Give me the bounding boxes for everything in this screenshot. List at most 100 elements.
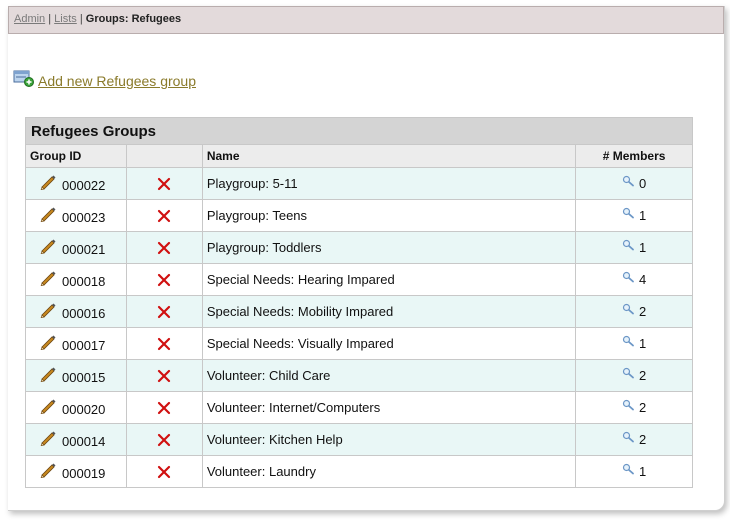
members-cell: 4 xyxy=(575,263,693,296)
members-cell: 1 xyxy=(575,231,693,264)
group-id: 000018 xyxy=(62,274,106,289)
breadcrumb: Admin | Lists | Groups: Refugees xyxy=(8,6,724,34)
group-id: 000022 xyxy=(62,178,106,193)
pencil-icon[interactable] xyxy=(39,334,57,353)
delete-cell xyxy=(125,167,203,200)
magnifier-icon[interactable] xyxy=(622,399,635,414)
magnifier-icon[interactable] xyxy=(622,367,635,382)
group-id-cell: 000022 xyxy=(25,167,127,200)
delete-x-icon[interactable] xyxy=(157,304,171,319)
delete-x-icon[interactable] xyxy=(157,176,171,191)
groups-table: Refugees Groups Group ID Name # Members … xyxy=(25,117,693,488)
group-id: 000023 xyxy=(62,210,106,225)
members-cell: 2 xyxy=(575,359,693,392)
delete-x-icon[interactable] xyxy=(157,368,171,383)
group-name: Special Needs: Mobility Impared xyxy=(201,295,577,328)
breadcrumb-lists-link[interactable]: Lists xyxy=(54,13,77,25)
pencil-icon[interactable] xyxy=(39,174,57,193)
delete-x-icon[interactable] xyxy=(157,272,171,287)
group-name: Playgroup: Toddlers xyxy=(201,231,577,264)
member-count: 2 xyxy=(638,368,647,384)
pencil-icon[interactable] xyxy=(39,462,57,481)
pencil-icon[interactable] xyxy=(39,302,57,321)
delete-x-icon[interactable] xyxy=(157,208,171,223)
column-header-members[interactable]: # Members xyxy=(575,144,693,168)
magnifier-icon[interactable] xyxy=(622,239,635,254)
members-cell: 2 xyxy=(575,295,693,328)
group-id: 000017 xyxy=(62,338,106,353)
magnifier-icon[interactable] xyxy=(622,207,635,222)
add-group-link[interactable]: Add new Refugees group xyxy=(38,73,196,89)
breadcrumb-admin-link[interactable]: Admin xyxy=(14,13,45,25)
member-count: 1 xyxy=(638,240,647,256)
group-name: Volunteer: Child Care xyxy=(201,359,577,392)
magnifier-icon[interactable] xyxy=(622,271,635,286)
group-id-cell: 000020 xyxy=(25,391,127,424)
add-group-icon[interactable] xyxy=(13,69,35,87)
delete-x-icon[interactable] xyxy=(157,432,171,447)
table-row: 000019 Volunteer: Laundry 1 xyxy=(25,455,693,488)
pencil-icon[interactable] xyxy=(39,398,57,417)
delete-x-icon[interactable] xyxy=(157,400,171,415)
table-row: 000016 Special Needs: Mobility Impared 2 xyxy=(25,295,693,328)
pencil-icon[interactable] xyxy=(39,206,57,225)
member-count: 4 xyxy=(638,272,647,288)
member-count: 1 xyxy=(638,336,647,352)
magnifier-icon[interactable] xyxy=(622,335,635,350)
breadcrumb-separator: | xyxy=(76,13,86,25)
group-id-cell: 000017 xyxy=(25,327,127,360)
magnifier-icon[interactable] xyxy=(622,463,635,478)
groups-table-body: 000022 Playgroup: 5-11 0 000023 Playgroup: T… xyxy=(25,167,693,488)
breadcrumb-separator: | xyxy=(45,13,55,25)
delete-cell xyxy=(125,423,203,456)
pencil-icon[interactable] xyxy=(39,270,57,289)
members-cell: 1 xyxy=(575,455,693,488)
table-row: 000023 Playgroup: Teens 1 xyxy=(25,199,693,232)
delete-x-icon[interactable] xyxy=(157,336,171,351)
magnifier-icon[interactable] xyxy=(622,175,635,190)
delete-x-icon[interactable] xyxy=(157,240,171,255)
table-caption: Refugees Groups xyxy=(25,117,693,145)
member-count: 1 xyxy=(638,464,647,480)
group-id-cell: 000021 xyxy=(25,231,127,264)
group-id: 000019 xyxy=(62,466,106,481)
table-row: 000017 Special Needs: Visually Impared 1 xyxy=(25,327,693,360)
group-name: Playgroup: 5-11 xyxy=(201,167,577,200)
group-id: 000014 xyxy=(62,434,106,449)
group-name: Volunteer: Laundry xyxy=(201,455,577,488)
column-header-name[interactable]: Name xyxy=(201,144,577,168)
table-row: 000022 Playgroup: 5-11 0 xyxy=(25,167,693,200)
delete-cell xyxy=(125,263,203,296)
group-name: Volunteer: Kitchen Help xyxy=(201,423,577,456)
pencil-icon[interactable] xyxy=(39,238,57,257)
delete-cell xyxy=(125,295,203,328)
group-id-cell: 000023 xyxy=(25,199,127,232)
member-count: 2 xyxy=(638,304,647,320)
delete-cell xyxy=(125,327,203,360)
group-id-cell: 000016 xyxy=(25,295,127,328)
group-id: 000021 xyxy=(62,242,106,257)
pencil-icon[interactable] xyxy=(39,366,57,385)
content-panel: Admin | Lists | Groups: Refugees Add new… xyxy=(8,6,725,511)
delete-cell xyxy=(125,391,203,424)
column-header-delete xyxy=(125,144,203,168)
magnifier-icon[interactable] xyxy=(622,431,635,446)
group-name: Playgroup: Teens xyxy=(201,199,577,232)
column-header-group-id[interactable]: Group ID xyxy=(25,144,127,168)
delete-cell xyxy=(125,359,203,392)
group-name: Volunteer: Internet/Computers xyxy=(201,391,577,424)
group-id-cell: 000019 xyxy=(25,455,127,488)
pencil-icon[interactable] xyxy=(39,430,57,449)
members-cell: 2 xyxy=(575,423,693,456)
group-name: Special Needs: Hearing Impared xyxy=(201,263,577,296)
table-caption-row: Refugees Groups xyxy=(25,117,693,145)
delete-x-icon[interactable] xyxy=(157,464,171,479)
members-cell: 2 xyxy=(575,391,693,424)
group-id-cell: 000014 xyxy=(25,423,127,456)
group-id: 000015 xyxy=(62,370,106,385)
table-row: 000015 Volunteer: Child Care 2 xyxy=(25,359,693,392)
table-header-row: Group ID Name # Members xyxy=(25,144,693,168)
magnifier-icon[interactable] xyxy=(622,303,635,318)
member-count: 0 xyxy=(638,176,647,192)
delete-cell xyxy=(125,199,203,232)
